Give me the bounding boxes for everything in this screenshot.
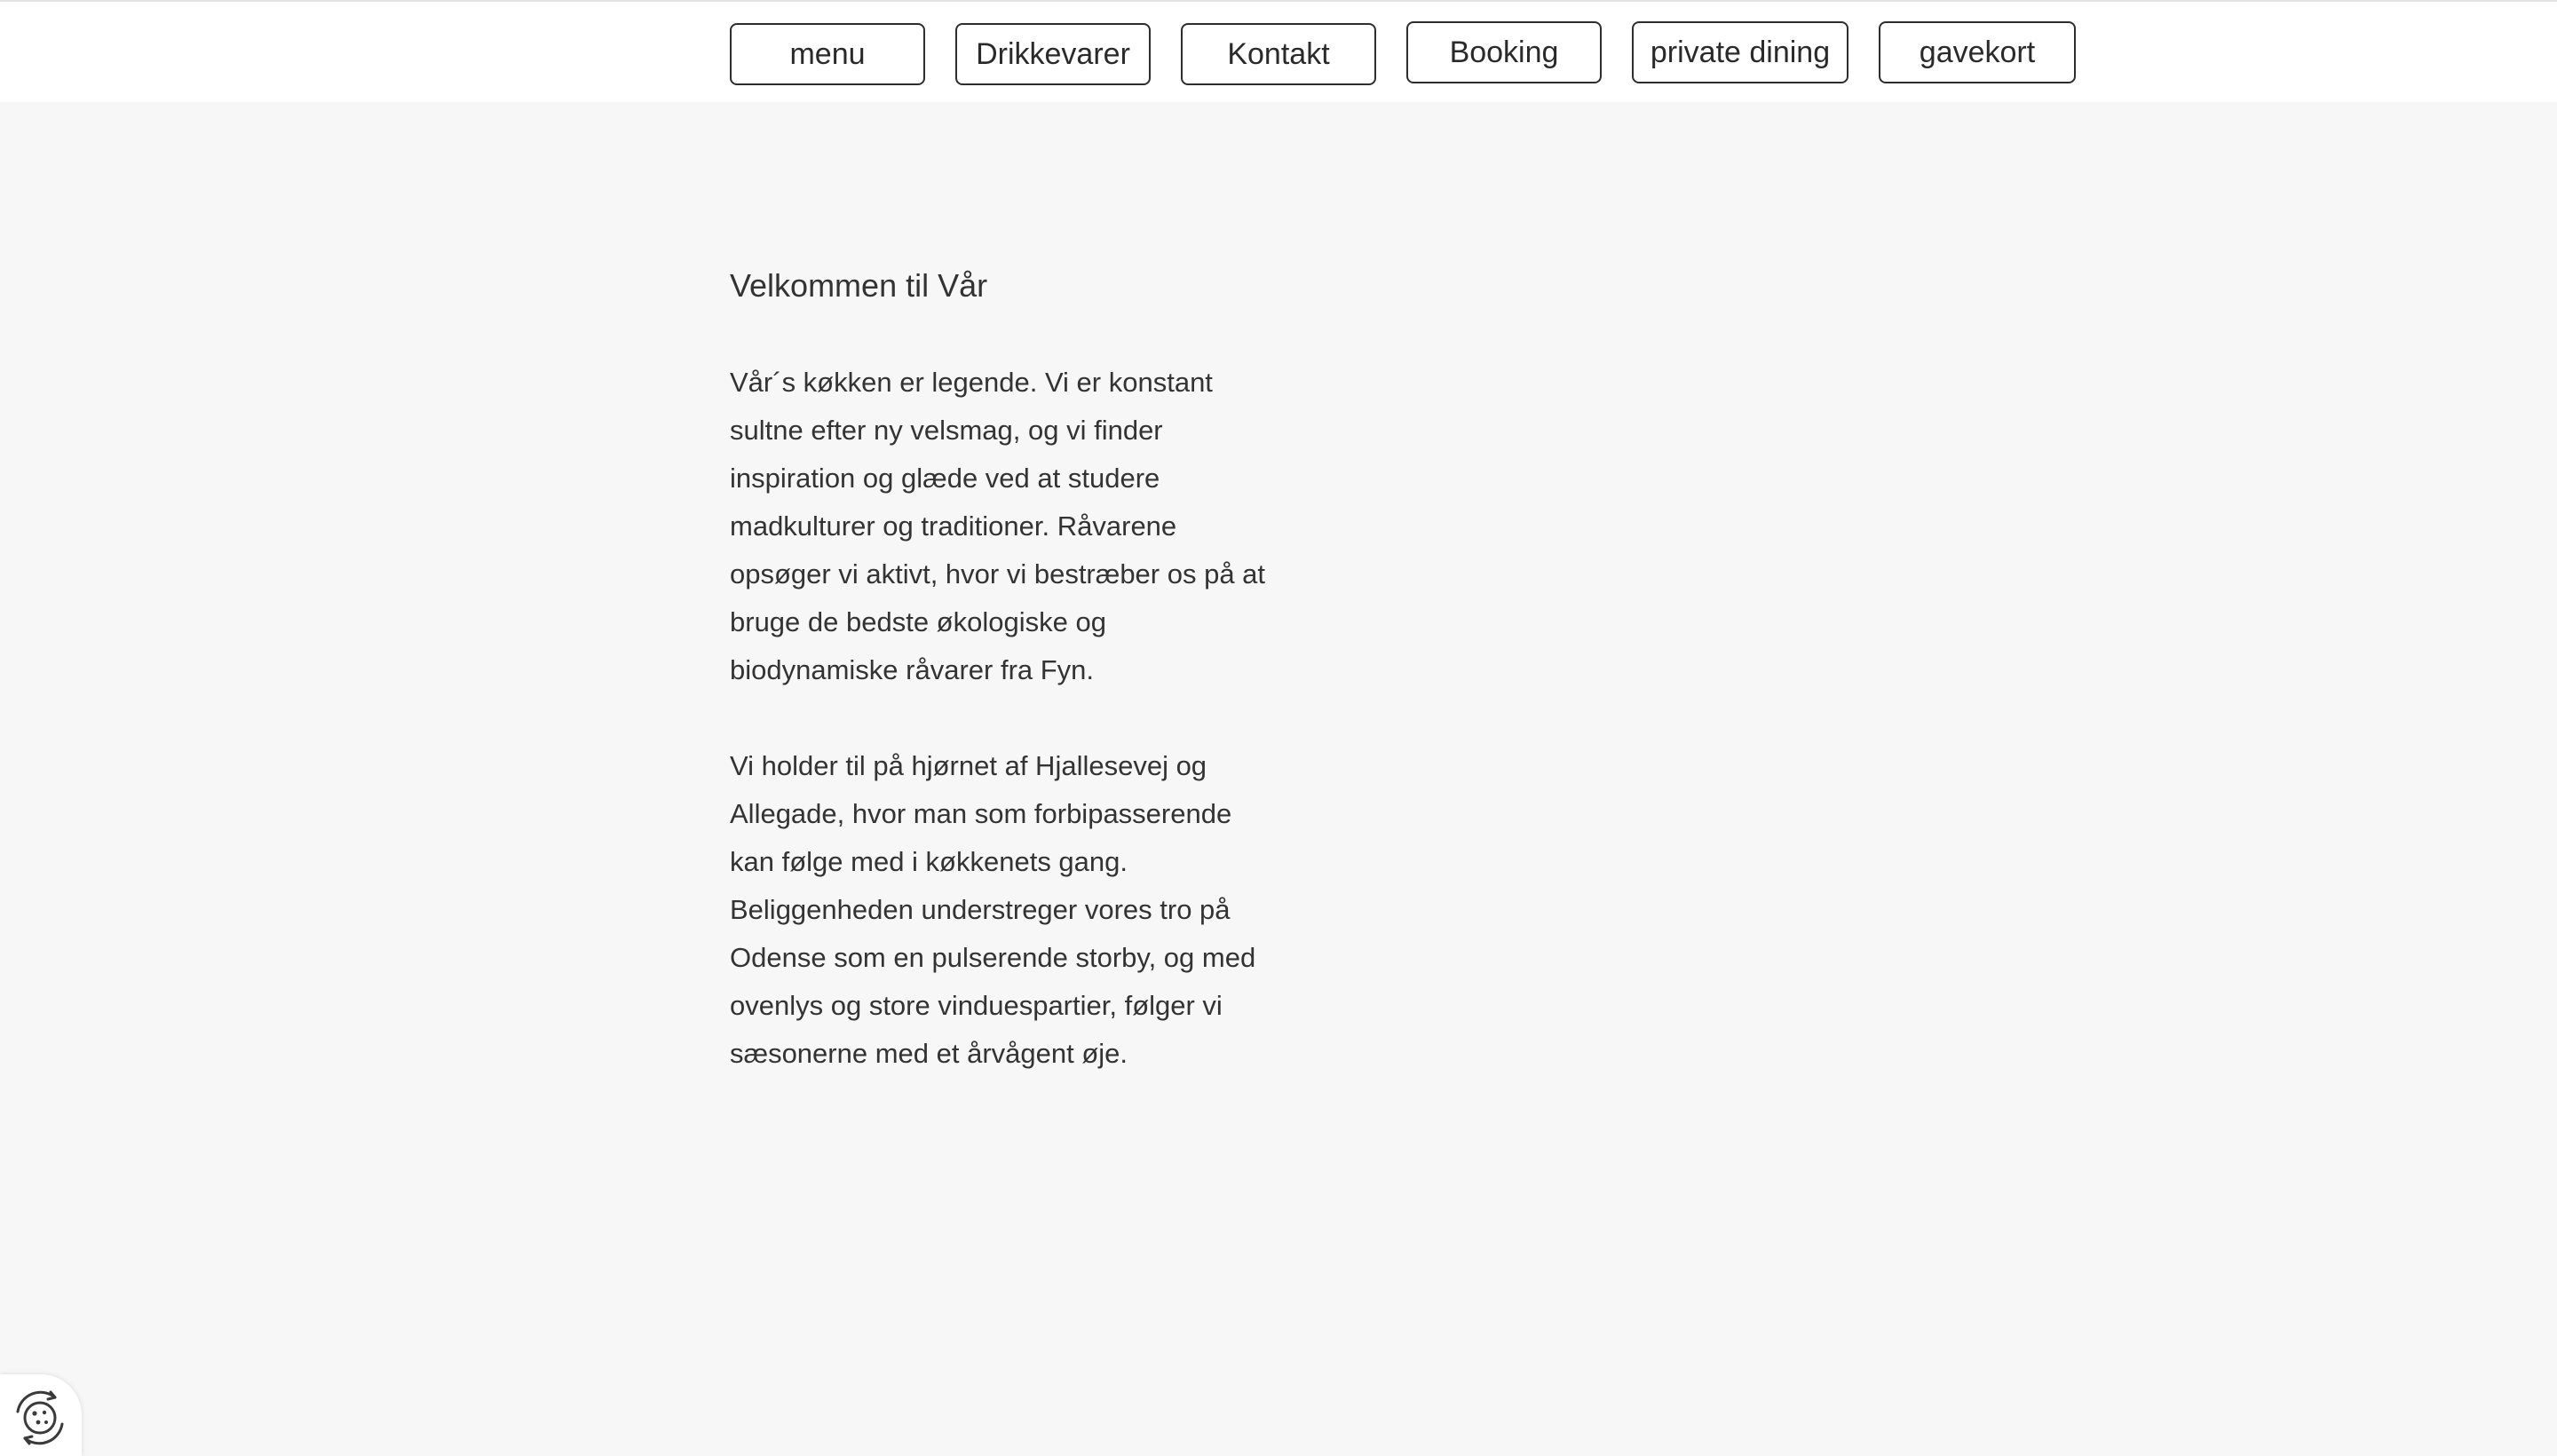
cookie-settings-icon: [16, 1390, 64, 1445]
nav-button-drikkevarer[interactable]: Drikkevarer: [955, 23, 1151, 85]
intro-paragraph-kitchen: Vår´s køkken er legende. Vi er konstant …: [730, 367, 1266, 685]
intro-paragraph-location: Vi holder til på hjørnet af Hjallesevej …: [730, 750, 1256, 1069]
top-navigation-bar: menu Drikkevarer Kontakt Booking private…: [0, 0, 2557, 102]
nav-button-private-dining[interactable]: private dining: [1632, 21, 1848, 83]
nav-button-menu[interactable]: menu: [730, 23, 925, 85]
nav-button-booking[interactable]: Booking: [1406, 21, 1602, 83]
welcome-section: Velkommen til Vår Vår´s køkken er legend…: [730, 257, 1298, 1078]
nav-button-gavekort[interactable]: gavekort: [1879, 21, 2076, 83]
page-title: Velkommen til Vår: [730, 267, 988, 304]
cookie-settings-button[interactable]: [0, 1374, 82, 1456]
nav-button-kontakt[interactable]: Kontakt: [1181, 23, 1376, 85]
